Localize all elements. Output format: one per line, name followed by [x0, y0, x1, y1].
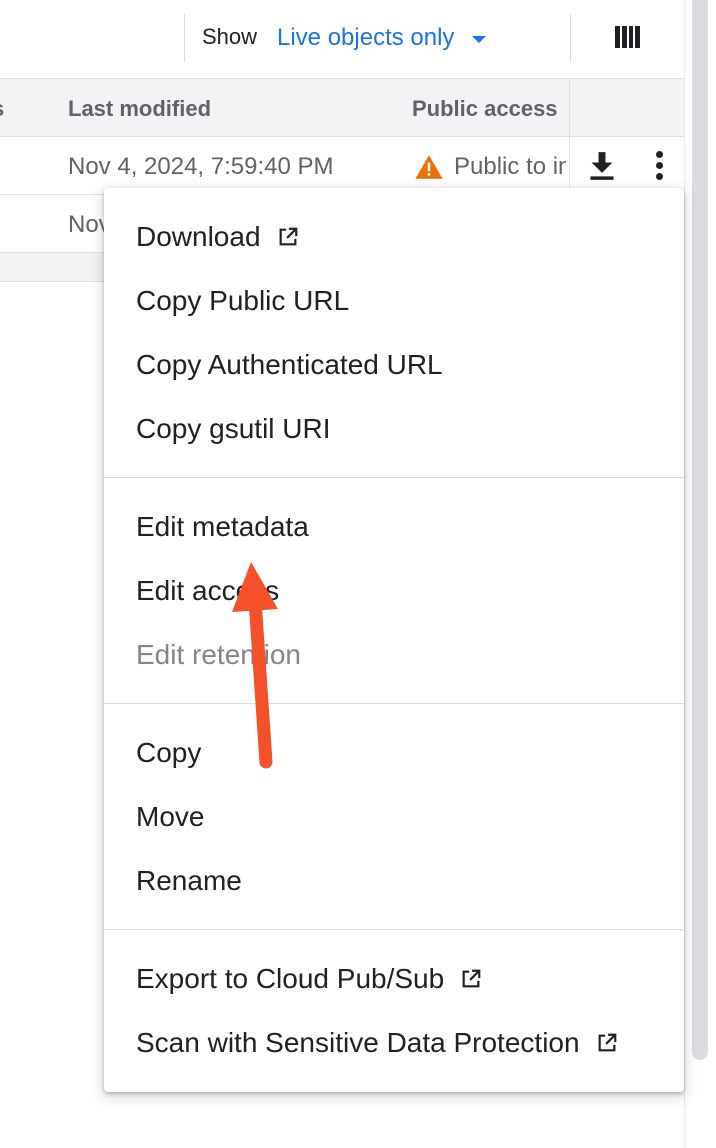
menu-item-scan-sensitive-data[interactable]: Scan with Sensitive Data Protection	[104, 1015, 684, 1071]
object-list-toolbar: Show Live objects only	[0, 0, 684, 78]
column-header-truncated[interactable]: s	[0, 96, 4, 122]
download-icon[interactable]	[588, 151, 616, 181]
last-modified-cell: Nov 4, 2024, 7:59:40 PM	[68, 153, 334, 180]
menu-item-label: Export to Cloud Pub/Sub	[136, 963, 445, 994]
menu-item-edit-retention: Edit retention	[104, 627, 684, 683]
column-header-last-modified[interactable]: Last modified	[68, 96, 211, 122]
menu-item-label: Copy Authenticated URL	[136, 349, 443, 380]
menu-item-label: Copy	[136, 737, 202, 768]
warning-icon	[415, 155, 443, 179]
menu-item-label: Edit metadata	[136, 511, 309, 542]
cloud-storage-object-list: Show Live objects only s Last modified P…	[0, 0, 716, 1148]
menu-divider	[104, 477, 684, 478]
menu-item-copy-public-url[interactable]: Copy Public URL	[104, 273, 684, 329]
menu-item-copy-gsutil-uri[interactable]: Copy gsutil URI	[104, 401, 684, 457]
menu-item-label: Copy Public URL	[136, 285, 350, 316]
menu-item-move[interactable]: Move	[104, 789, 684, 845]
menu-item-copy-authenticated-url[interactable]: Copy Authenticated URL	[104, 337, 684, 393]
toolbar-divider	[570, 14, 571, 62]
object-actions-menu: Download Copy Public URL Copy Authentica…	[104, 188, 684, 1092]
open-in-new-icon	[598, 1033, 616, 1052]
dropdown-caret-icon	[472, 35, 487, 43]
show-filter-label: Show	[202, 24, 258, 49]
menu-item-label: Copy gsutil URI	[136, 413, 331, 444]
menu-item-edit-access[interactable]: Edit access	[104, 563, 684, 619]
menu-item-label: Edit retention	[136, 639, 301, 670]
menu-item-label: Move	[136, 801, 205, 832]
public-access-text: Public to internet	[454, 153, 566, 180]
column-separator	[569, 79, 570, 136]
menu-item-rename[interactable]: Rename	[104, 853, 684, 909]
menu-item-export-to-pubsub[interactable]: Export to Cloud Pub/Sub	[104, 951, 684, 1007]
menu-item-label: Scan with Sensitive Data Protection	[136, 1027, 580, 1058]
menu-item-copy[interactable]: Copy	[104, 725, 684, 781]
show-filter-value: Live objects only	[277, 24, 455, 51]
toolbar-divider	[184, 14, 185, 62]
column-header-public-access[interactable]: Public access	[412, 96, 558, 122]
table-header-row: s Last modified Public access	[0, 78, 684, 137]
scrollbar-thumb[interactable]	[692, 0, 708, 1060]
menu-divider	[104, 929, 684, 930]
more-actions-icon[interactable]	[652, 151, 666, 183]
menu-divider	[104, 703, 684, 704]
public-access-cell: Public to internet	[414, 153, 566, 181]
menu-item-label: Download	[136, 221, 261, 252]
open-in-new-icon	[279, 227, 297, 246]
menu-item-label: Rename	[136, 865, 242, 896]
show-filter-dropdown[interactable]: Live objects only	[277, 22, 487, 54]
table-row[interactable]: Nov 4, 2024, 7:59:40 PM Public to intern…	[0, 137, 684, 195]
menu-item-label: Edit access	[136, 575, 280, 606]
menu-item-edit-metadata[interactable]: Edit metadata	[104, 499, 684, 555]
open-in-new-icon	[462, 969, 481, 988]
column-separator	[569, 137, 570, 194]
view-columns-icon[interactable]	[615, 26, 640, 48]
menu-item-download[interactable]: Download	[104, 209, 684, 265]
